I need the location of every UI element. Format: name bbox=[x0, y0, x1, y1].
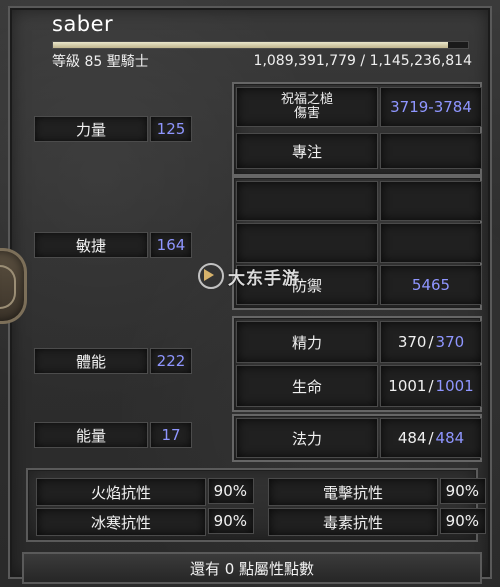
value-separator: / bbox=[428, 333, 434, 351]
attribute-vitality: 體能 222 bbox=[34, 348, 192, 374]
life-max: 1001 bbox=[435, 377, 474, 395]
experience-bar bbox=[52, 41, 469, 49]
lightning-resist-label: 電擊抗性 bbox=[268, 478, 438, 506]
resistances-block: 火焰抗性 90% 電擊抗性 90% 冰寒抗性 90% 毒素抗性 90% bbox=[26, 468, 486, 542]
side-ornament-icon bbox=[0, 248, 27, 324]
attribute-label: 體能 bbox=[34, 348, 148, 374]
damage-block: 祝福之槌 傷害 3719-3784 專注 bbox=[232, 82, 482, 176]
experience-fill bbox=[53, 42, 448, 48]
value-separator: / bbox=[428, 377, 434, 395]
mana-current: 484 bbox=[397, 429, 427, 447]
attribute-label: 能量 bbox=[34, 422, 148, 448]
level-class-text: 等級 85 聖騎士 bbox=[52, 54, 149, 70]
mana-max: 484 bbox=[435, 429, 465, 447]
mana-label: 法力 bbox=[236, 418, 378, 458]
damage-label: 傷害 bbox=[293, 106, 320, 121]
mana-row: 法力 484 / 484 bbox=[236, 418, 482, 458]
damage-value: 3719-3784 bbox=[380, 87, 482, 127]
cold-resist-value: 90% bbox=[208, 508, 254, 534]
fire-resist-value: 90% bbox=[208, 478, 254, 504]
empty-row-1 bbox=[236, 181, 482, 221]
poison-resist-label: 毒素抗性 bbox=[268, 508, 438, 536]
attribute-value: 17 bbox=[150, 422, 192, 448]
defense-value: 5465 bbox=[380, 265, 482, 305]
secondary-row: 專注 bbox=[236, 133, 482, 169]
play-logo-icon bbox=[198, 263, 224, 289]
attribute-value: 164 bbox=[150, 232, 192, 258]
attribute-strength: 力量 125 bbox=[34, 116, 192, 142]
resist-gap bbox=[256, 508, 266, 536]
cold-resist-label: 冰寒抗性 bbox=[36, 508, 206, 536]
resist-gap bbox=[256, 478, 266, 506]
life-value: 1001 / 1001 bbox=[380, 365, 482, 407]
attribute-label: 敏捷 bbox=[34, 232, 148, 258]
experience-text: 1,089,391,779 / 1,145,236,814 bbox=[253, 53, 472, 69]
vitals-block: 精力 370 / 370 生命 1001 / 1001 bbox=[232, 316, 482, 412]
lightning-resist-value: 90% bbox=[440, 478, 486, 504]
attribute-label: 力量 bbox=[34, 116, 148, 142]
character-stats-panel: saber 等級 85 聖騎士 1,089,391,779 / 1,145,23… bbox=[0, 0, 500, 587]
attribute-energy: 能量 17 bbox=[34, 422, 192, 448]
mana-value: 484 / 484 bbox=[380, 418, 482, 458]
damage-row: 祝福之槌 傷害 3719-3784 bbox=[236, 87, 482, 127]
empty-row-2 bbox=[236, 223, 482, 263]
secondary-value bbox=[380, 133, 482, 169]
empty-cell bbox=[380, 223, 482, 263]
stamina-value: 370 / 370 bbox=[380, 321, 482, 363]
poison-resist-value: 90% bbox=[440, 508, 486, 534]
weapon-damage-label: 祝福之槌 傷害 bbox=[236, 87, 378, 127]
resist-row-2: 冰寒抗性 90% 毒素抗性 90% bbox=[36, 508, 486, 536]
stamina-max: 370 bbox=[435, 333, 465, 351]
life-current: 1001 bbox=[388, 377, 427, 395]
empty-cell bbox=[236, 181, 378, 221]
ornament-line bbox=[0, 265, 16, 309]
watermark: 大东手游 bbox=[198, 262, 358, 290]
attribute-value: 222 bbox=[150, 348, 192, 374]
unspent-points-bar: 還有 0 點屬性點數 bbox=[22, 552, 482, 584]
secondary-label: 專注 bbox=[236, 133, 378, 169]
stamina-current: 370 bbox=[397, 333, 427, 351]
character-name: saber bbox=[52, 12, 114, 36]
empty-cell bbox=[380, 181, 482, 221]
life-label: 生命 bbox=[236, 365, 378, 407]
stamina-label: 精力 bbox=[236, 321, 378, 363]
resist-row-1: 火焰抗性 90% 電擊抗性 90% bbox=[36, 478, 486, 506]
empty-cell bbox=[236, 223, 378, 263]
attribute-value: 125 bbox=[150, 116, 192, 142]
value-separator: / bbox=[428, 429, 434, 447]
character-meta: 等級 85 聖騎士 1,089,391,779 / 1,145,236,814 bbox=[52, 52, 472, 70]
watermark-text: 大东手游 bbox=[228, 268, 300, 289]
fire-resist-label: 火焰抗性 bbox=[36, 478, 206, 506]
mana-block: 法力 484 / 484 bbox=[232, 414, 482, 462]
life-row: 生命 1001 / 1001 bbox=[236, 365, 482, 407]
weapon-name: 祝福之槌 bbox=[280, 92, 333, 107]
attribute-dexterity: 敏捷 164 bbox=[34, 232, 192, 258]
stamina-row: 精力 370 / 370 bbox=[236, 321, 482, 363]
